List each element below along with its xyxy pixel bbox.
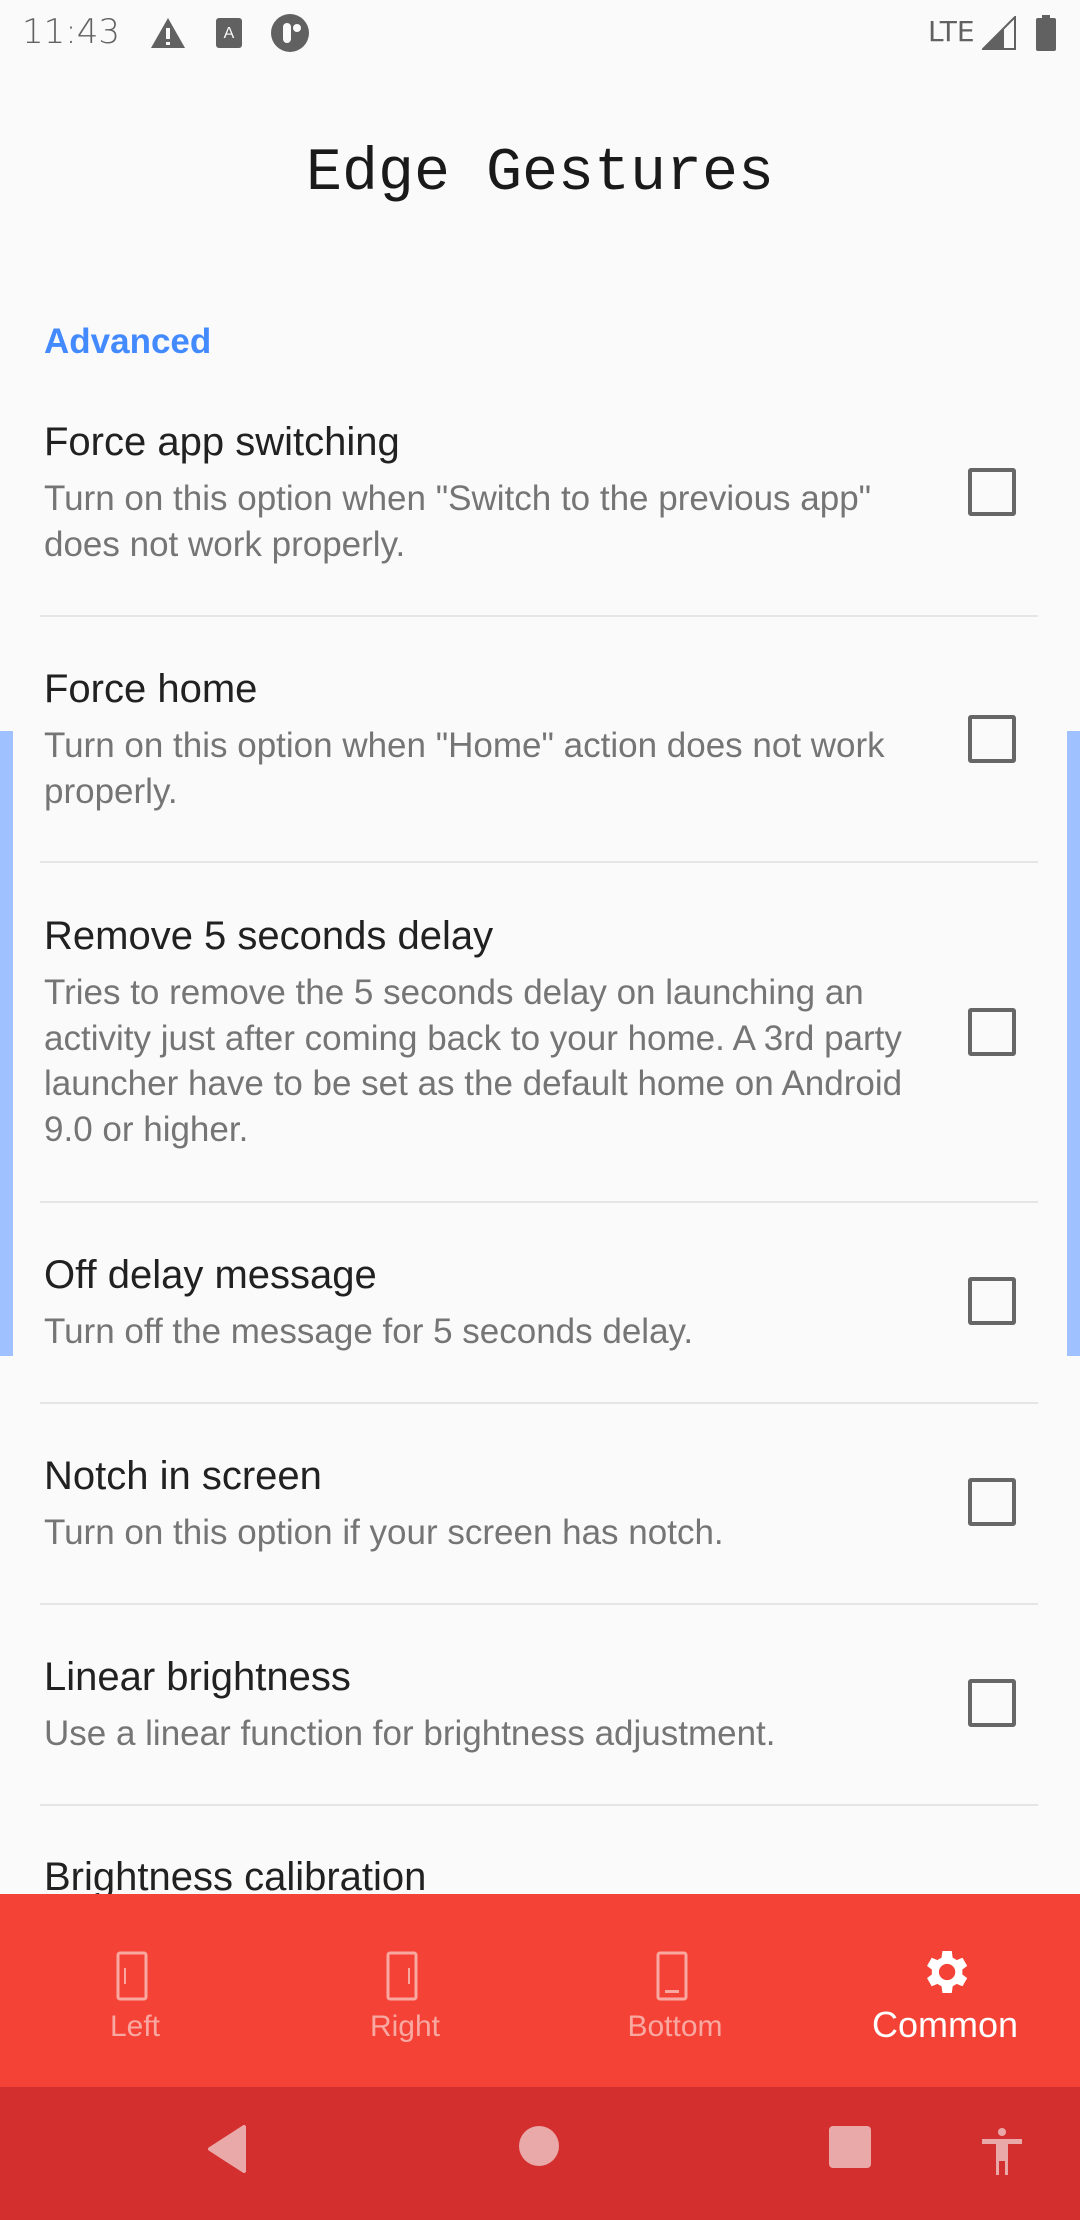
divider: [40, 1201, 1038, 1203]
home-icon[interactable]: [518, 2125, 560, 2167]
a-notification-icon: A: [216, 16, 242, 50]
setting-description: Turn off the message for 5 seconds delay…: [44, 1312, 694, 1351]
gear-icon: [927, 1951, 968, 1993]
setting-title: Remove 5 seconds delay: [44, 914, 494, 958]
divider: [40, 615, 1038, 617]
bottom-navigation: Left Right Bottom Common: [0, 1894, 1080, 2087]
svg-text:A: A: [224, 25, 235, 42]
notch-checkbox[interactable]: [968, 1478, 1016, 1526]
status-time: 11:43: [22, 12, 120, 52]
setting-title: Linear brightness: [44, 1655, 351, 1699]
setting-description: Turn on this option when "Switch to the …: [44, 479, 872, 564]
accessibility-icon[interactable]: [980, 2127, 1024, 2177]
phone-bottom-edge-icon: [656, 1951, 688, 2001]
battery-icon: [1036, 15, 1056, 51]
warning-icon: [150, 16, 186, 50]
setting-description: Use a linear function for brightness adj…: [44, 1714, 776, 1753]
recents-icon[interactable]: [828, 2125, 872, 2169]
setting-title: Force home: [44, 667, 258, 711]
back-icon[interactable]: [204, 2125, 248, 2173]
setting-title: Notch in screen: [44, 1454, 322, 1498]
setting-description: Turn on this option when "Home" action d…: [44, 726, 885, 811]
tab-bottom[interactable]: Bottom: [540, 1894, 810, 2087]
off-delay-message-checkbox[interactable]: [968, 1277, 1016, 1325]
setting-title: Force app switching: [44, 420, 400, 464]
setting-description: Turn on this option if your screen has n…: [44, 1513, 724, 1552]
tab-label: Right: [369, 2010, 441, 2043]
status-bar: 11:43 A LTE: [0, 0, 1080, 66]
remove-delay-checkbox[interactable]: [968, 1008, 1016, 1056]
left-edge-gesture-area: [0, 731, 13, 1356]
linear-brightness-checkbox[interactable]: [968, 1679, 1016, 1727]
divider: [40, 1603, 1038, 1605]
section-header-advanced: Advanced: [44, 322, 212, 361]
tab-label: Left: [109, 2010, 161, 2043]
setting-title: Off delay message: [44, 1253, 377, 1297]
page-title: Edge Gestures: [305, 140, 775, 208]
divider: [40, 1804, 1038, 1806]
force-home-checkbox[interactable]: [968, 715, 1016, 763]
system-navigation-bar: [0, 2087, 1080, 2220]
tab-label: Common: [871, 2004, 1019, 2045]
network-type: LTE: [928, 14, 975, 48]
tab-right[interactable]: Right: [270, 1894, 540, 2087]
phone-left-edge-icon: [116, 1951, 148, 2001]
tab-label: Bottom: [627, 2010, 723, 2043]
divider: [40, 861, 1038, 863]
right-edge-gesture-area: [1067, 731, 1080, 1356]
setting-description: Tries to remove the 5 seconds delay on l…: [44, 973, 903, 1149]
signal-icon: [982, 16, 1016, 50]
force-app-switching-checkbox[interactable]: [968, 468, 1016, 516]
phone-right-edge-icon: [386, 1951, 418, 2001]
divider: [40, 1402, 1038, 1404]
tab-common[interactable]: Common: [810, 1894, 1080, 2087]
tab-left[interactable]: Left: [0, 1894, 270, 2087]
app-notification-icon: [271, 14, 309, 52]
